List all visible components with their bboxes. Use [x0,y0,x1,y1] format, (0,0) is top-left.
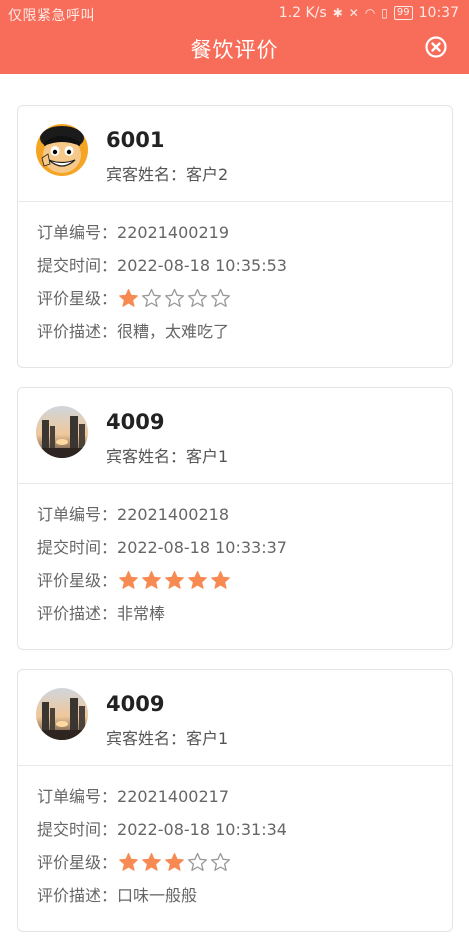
submit-time-row: 提交时间： 2022-08-18 10:33:37 [37,531,452,564]
page-title: 餐饮评价 [190,38,279,62]
rating-label: 评价星级： [37,852,118,872]
description-row: 评价描述： 口味一般般 [37,879,452,912]
mute-icon: ✕ [348,6,359,20]
guest-name: 宾客姓名：客户2 [106,161,228,185]
status-right: 1.2 K/s ✱ ✕ ◠ ▯ 99 10:37 [279,5,459,21]
star-filled-icon [165,853,184,871]
network-speed: 1.2 K/s [278,5,327,21]
submit-time-label: 提交时间： [37,537,118,557]
star-rating [118,852,231,873]
guest-name: 宾客姓名：客户1 [106,725,228,749]
review-card-body: 订单编号： 22021400218 提交时间： 2022-08-18 10:33… [18,484,452,630]
order-no-label: 订单编号： [37,222,118,242]
star-empty-icon [141,288,162,307]
guest-name-value: 客户1 [186,447,229,466]
review-card-header: 4009 宾客姓名：客户1 [18,670,452,766]
star-filled-icon [188,571,207,589]
order-no-label: 订单编号： [37,786,118,806]
description-label: 评价描述： [37,321,118,341]
review-list: 6001 宾客姓名：客户2 订单编号： 22021400219 提交时间： 20… [17,105,453,951]
app-header: 仅限紧急呼叫 1.2 K/s ✱ ✕ ◠ ▯ 99 10:37 餐饮评价 [0,0,469,74]
star-filled-icon [119,289,138,307]
avatar [36,406,88,458]
sim-icon: ▯ [381,6,388,20]
order-no-value: 22021400219 [117,222,229,242]
review-card[interactable]: 4009 宾客姓名：客户1 订单编号： 22021400217 提交时间： 20… [17,669,453,932]
order-no-row: 订单编号： 22021400217 [37,780,452,813]
battery-icon: 99 [393,6,413,20]
guest-name-label: 宾客姓名： [106,165,187,184]
close-icon[interactable] [425,36,447,58]
review-card[interactable]: 6001 宾客姓名：客户2 订单编号： 22021400219 提交时间： 20… [17,105,453,368]
star-filled-icon [142,853,161,871]
submit-time-value: 2022-08-18 10:35:53 [117,255,287,275]
submit-time-label: 提交时间： [37,819,118,839]
guest-name-label: 宾客姓名： [106,729,187,748]
description-row: 评价描述： 很糟，太难吃了 [37,315,452,348]
submit-time-value: 2022-08-18 10:33:37 [117,537,287,557]
submit-time-label: 提交时间： [37,255,118,275]
room-number: 4009 [106,692,165,716]
order-no-value: 22021400218 [117,504,229,524]
star-rating [118,288,231,309]
star-rating [118,570,231,591]
bluetooth-icon: ✱ [332,6,343,20]
guest-name-label: 宾客姓名： [106,447,187,466]
avatar [36,688,88,740]
review-card-header: 4009 宾客姓名：客户1 [18,388,452,484]
star-empty-icon [210,288,231,307]
description-row: 评价描述： 非常棒 [37,597,452,630]
guest-name: 宾客姓名：客户1 [106,443,228,467]
star-filled-icon [119,853,138,871]
rating-label: 评价星级： [37,570,118,590]
review-card[interactable]: 4009 宾客姓名：客户1 订单编号： 22021400218 提交时间： 20… [17,387,453,650]
wifi-icon: ◠ [364,6,376,20]
rating-label: 评价星级： [37,288,118,308]
status-bar: 仅限紧急呼叫 1.2 K/s ✱ ✕ ◠ ▯ 99 10:37 [0,0,469,28]
submit-time-row: 提交时间： 2022-08-18 10:35:53 [37,249,452,282]
order-no-row: 订单编号： 22021400219 [37,216,452,249]
star-filled-icon [165,571,184,589]
star-empty-icon [187,288,208,307]
review-card-header: 6001 宾客姓名：客户2 [18,106,452,202]
room-number: 6001 [106,128,165,152]
avatar [36,124,88,176]
description-label: 评价描述： [37,885,118,905]
star-filled-icon [119,571,138,589]
star-empty-icon [164,288,185,307]
rating-row: 评价星级： [37,282,452,315]
star-empty-icon [187,852,208,871]
order-no-label: 订单编号： [37,504,118,524]
guest-name-value: 客户1 [186,729,229,748]
submit-time-value: 2022-08-18 10:31:34 [117,819,287,839]
rating-row: 评价星级： [37,846,452,879]
carrier-text: 仅限紧急呼叫 [8,8,95,24]
room-number: 4009 [106,410,165,434]
star-filled-icon [142,571,161,589]
description-value: 很糟，太难吃了 [117,321,230,341]
star-filled-icon [211,571,230,589]
guest-name-value: 客户2 [186,165,229,184]
star-empty-icon [210,852,231,871]
clock: 10:37 [418,5,459,21]
order-no-value: 22021400217 [117,786,229,806]
description-value: 非常棒 [117,603,166,623]
description-value: 口味一般般 [117,885,198,905]
review-card-body: 订单编号： 22021400217 提交时间： 2022-08-18 10:31… [18,766,452,912]
submit-time-row: 提交时间： 2022-08-18 10:31:34 [37,813,452,846]
rating-row: 评价星级： [37,564,452,597]
review-card-body: 订单编号： 22021400219 提交时间： 2022-08-18 10:35… [18,202,452,348]
order-no-row: 订单编号： 22021400218 [37,498,452,531]
description-label: 评价描述： [37,603,118,623]
